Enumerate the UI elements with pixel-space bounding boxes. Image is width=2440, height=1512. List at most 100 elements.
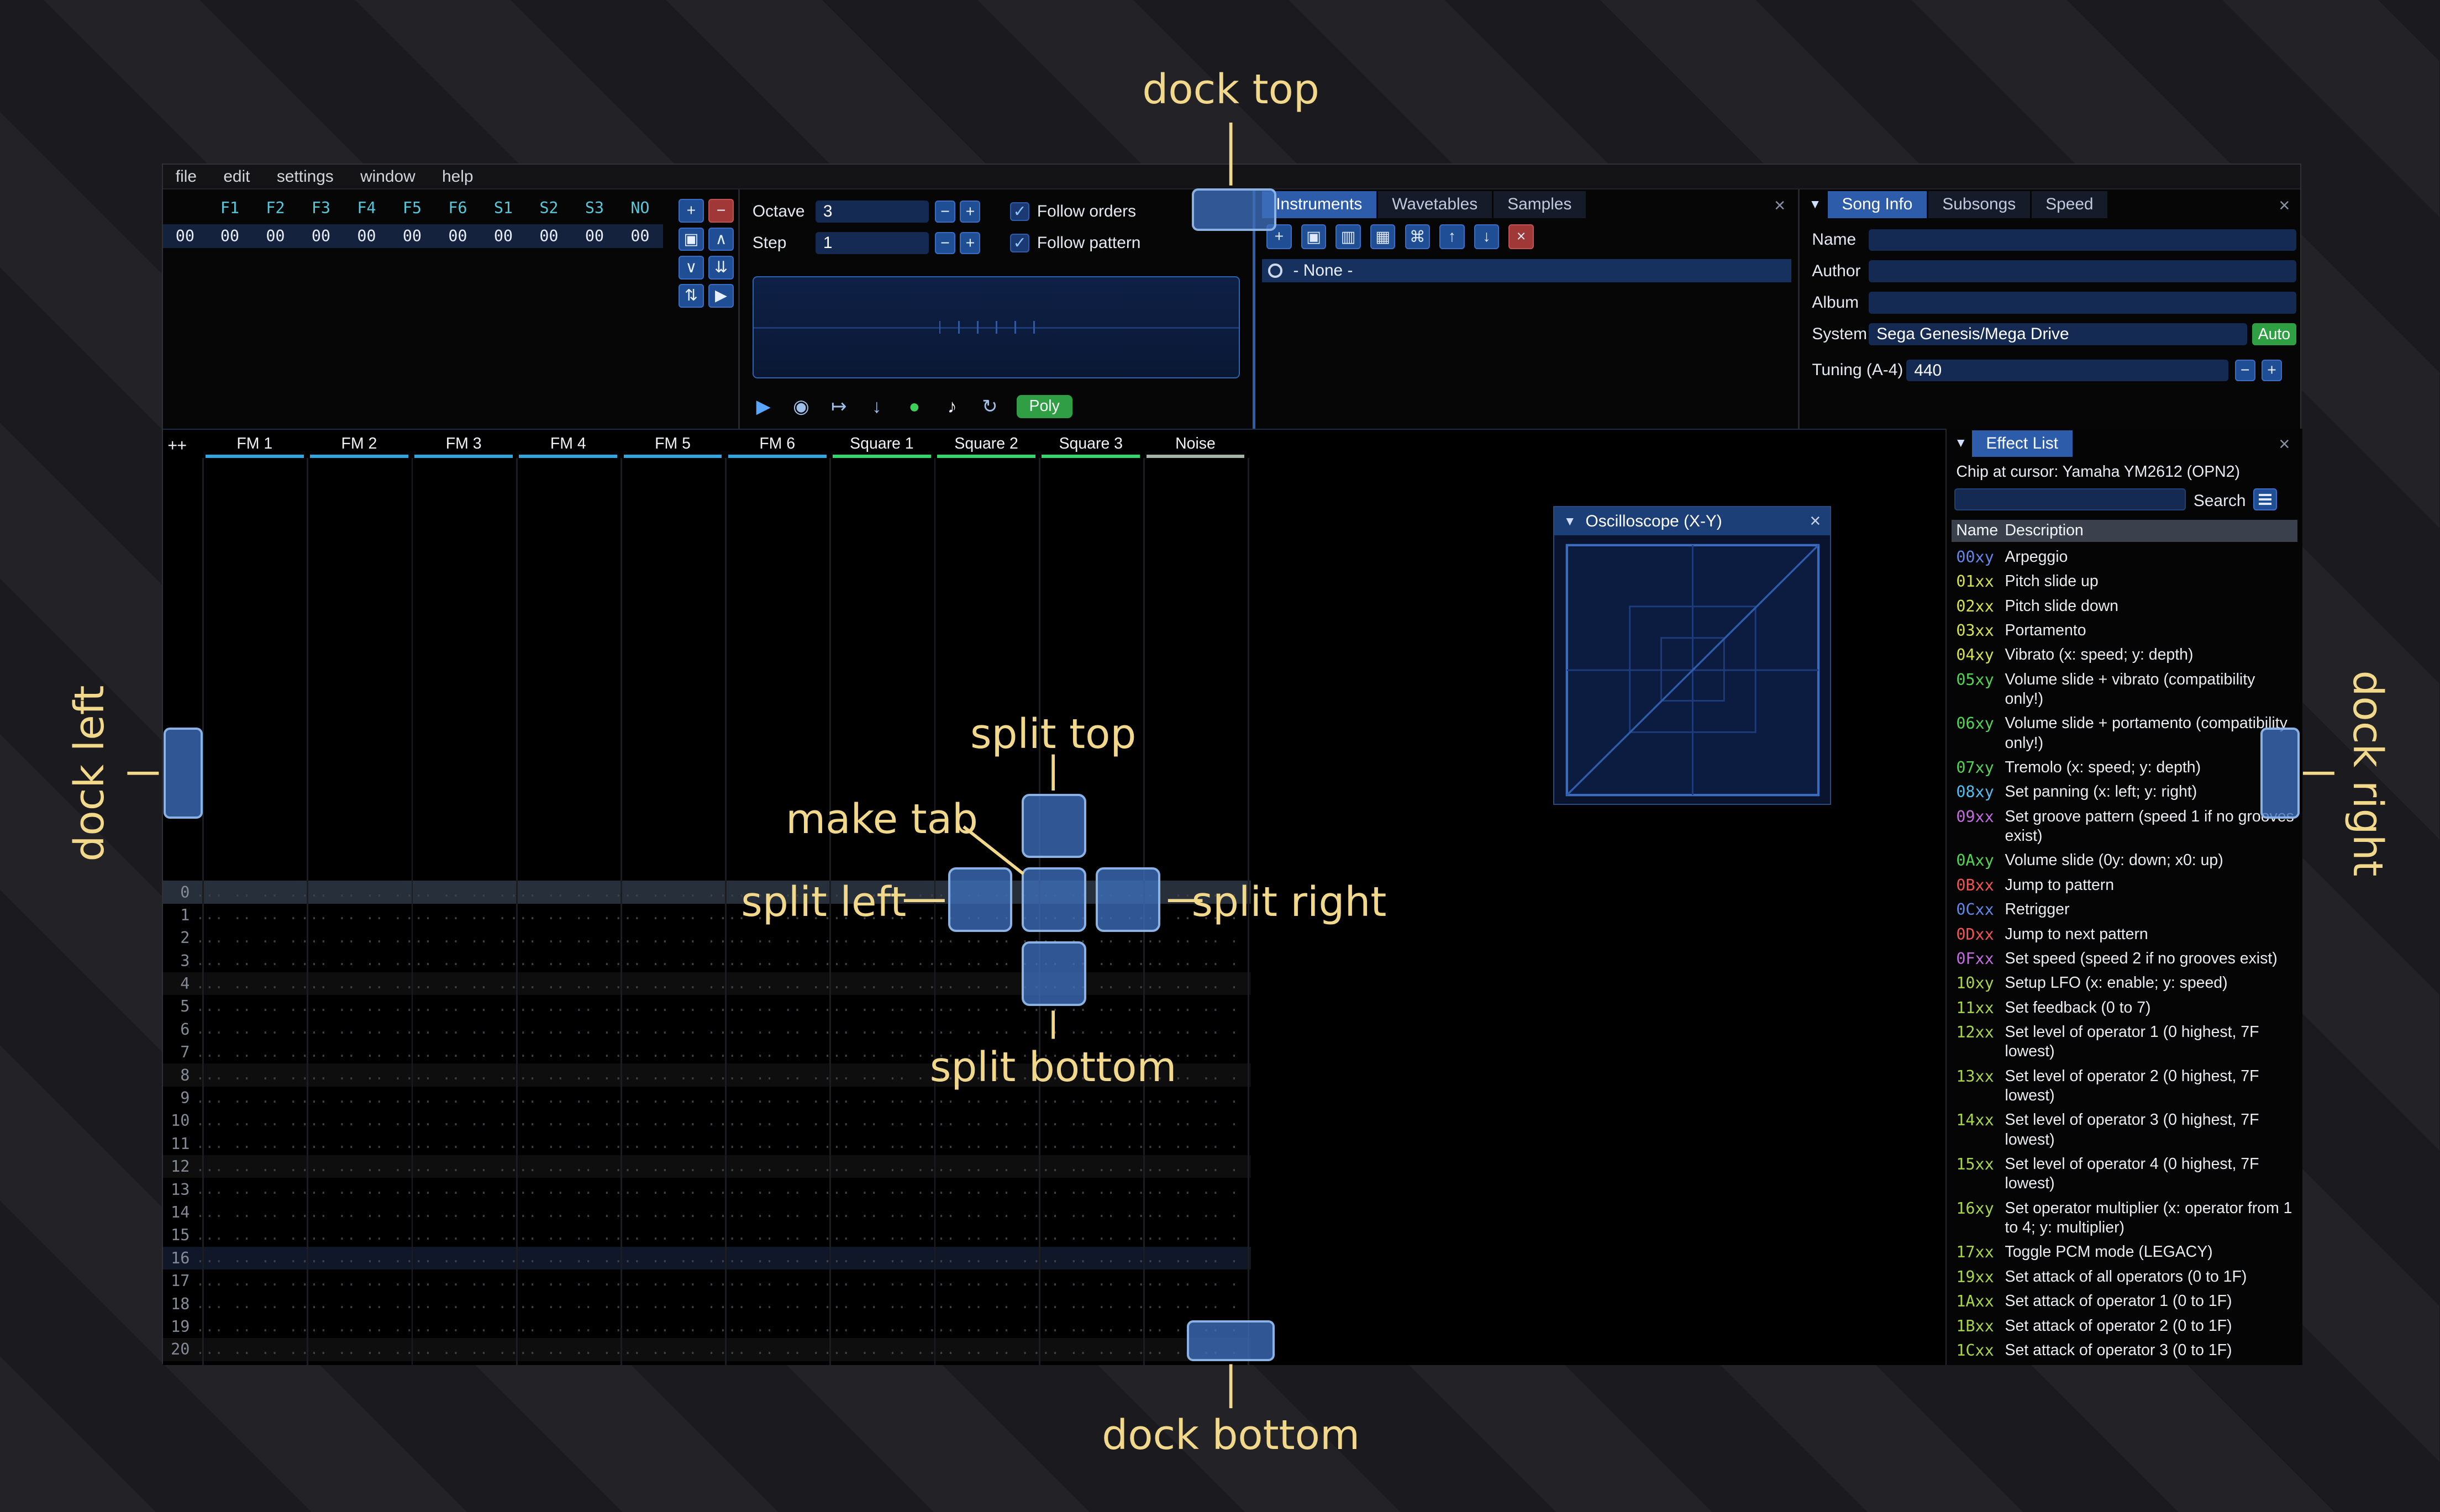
remove-order-button[interactable]: −	[708, 199, 734, 223]
open-instrument-button[interactable]: ▥	[1335, 224, 1361, 250]
duplicate-order-button[interactable]: ▣	[679, 227, 704, 251]
effect-row[interactable]: 10xy Setup LFO (x: enable; y: speed)	[1947, 971, 2304, 995]
pattern-row[interactable]: 0... .. .. ....... .. .. ....... .. .. .…	[163, 881, 1251, 904]
repeat-button[interactable]: ↻	[979, 397, 1001, 416]
pattern-row[interactable]: 2... .. .. ....... .. .. ....... .. .. .…	[163, 926, 1251, 949]
collapse-icon[interactable]: ▼	[1809, 197, 1822, 210]
effect-row[interactable]: 08xy Set panning (x: left; y: right)	[1947, 780, 2304, 804]
channel-header-fm-1[interactable]: FM 1	[202, 433, 307, 459]
pattern-row[interactable]: 12... .. .. ....... .. .. ....... .. .. …	[163, 1155, 1251, 1178]
channel-header-fm-5[interactable]: FM 5	[620, 433, 725, 459]
step-input[interactable]: 1	[815, 232, 929, 255]
effect-row[interactable]: 15xx Set level of operator 4 (0 highest, …	[1947, 1152, 2304, 1197]
system-input[interactable]: Sega Genesis/Mega Drive	[1868, 323, 2248, 346]
channel-header-square-2[interactable]: Square 2	[934, 433, 1039, 459]
effect-row[interactable]: 05xy Volume slide + vibrato (compatibilit…	[1947, 667, 2304, 712]
pattern-row[interactable]: 11... .. .. ....... .. .. ....... .. .. …	[163, 1132, 1251, 1155]
tuning-input[interactable]: 440	[1906, 359, 2229, 382]
author-input[interactable]	[1868, 260, 2296, 283]
tab-effect-list[interactable]: Effect List	[1971, 430, 2073, 457]
pattern-row[interactable]: 1... .. .. ....... .. .. ....... .. .. .…	[163, 904, 1251, 926]
channel-header-fm-4[interactable]: FM 4	[516, 433, 620, 459]
close-icon[interactable]: ×	[2279, 435, 2290, 454]
step-play-button[interactable]: ↦	[828, 397, 850, 416]
delete-instrument-button[interactable]: ×	[1508, 224, 1534, 250]
octave-input[interactable]: 3	[815, 201, 929, 223]
channel-header-fm-2[interactable]: FM 2	[307, 433, 411, 459]
menu-item-window[interactable]: window	[360, 167, 416, 186]
menu-item-help[interactable]: help	[442, 167, 473, 186]
order-value-cell[interactable]: 00	[298, 227, 344, 245]
tab-speed[interactable]: Speed	[2031, 191, 2108, 218]
edit-toggle-button[interactable]: ●	[903, 397, 925, 416]
pattern-row[interactable]: 10... .. .. ....... .. .. ....... .. .. …	[163, 1109, 1251, 1132]
split-left-target[interactable]	[948, 867, 1013, 933]
pattern-row[interactable]: 13... .. .. ....... .. .. ....... .. .. …	[163, 1178, 1251, 1200]
pattern-row[interactable]: 18... .. .. ....... .. .. ....... .. .. …	[163, 1292, 1251, 1315]
move-order-up-button[interactable]: ∧	[708, 227, 734, 251]
duplicate-instrument-button[interactable]: ▣	[1301, 224, 1327, 250]
step-row-button[interactable]: ↓	[866, 397, 888, 416]
pattern-row[interactable]: 3... .. .. ....... .. .. ....... .. .. .…	[163, 950, 1251, 972]
effect-row[interactable]: 1Axx Set attack of operator 1 (0 to 1F)	[1947, 1289, 2304, 1314]
effect-row[interactable]: 00xy Arpeggio	[1947, 545, 2304, 569]
add-order-button[interactable]: +	[679, 199, 704, 223]
effect-row[interactable]: 13xx Set level of operator 2 (0 highest, …	[1947, 1064, 2304, 1108]
search-input[interactable]	[1954, 488, 2186, 510]
move-instrument-up-button[interactable]: ↑	[1439, 224, 1465, 250]
effect-row[interactable]: 0Bxx Jump to pattern	[1947, 873, 2304, 897]
effect-list-menu-button[interactable]	[2253, 488, 2277, 510]
effect-row[interactable]: 02xx Pitch slide down	[1947, 594, 2304, 618]
collapse-icon[interactable]: ▼	[1564, 515, 1576, 528]
order-change-mode-button[interactable]: ⇅	[679, 284, 704, 308]
split-top-target[interactable]	[1022, 793, 1086, 858]
order-value-cell[interactable]: 00	[253, 227, 298, 245]
order-value-cell[interactable]: 00	[617, 227, 663, 245]
move-instrument-down-button[interactable]: ↓	[1474, 224, 1500, 250]
dock-left-target[interactable]	[163, 728, 203, 819]
close-icon[interactable]: ×	[1774, 196, 1785, 215]
tab-samples[interactable]: Samples	[1493, 191, 1586, 218]
instrument-editor-button[interactable]: ⌘	[1405, 224, 1431, 250]
play-button[interactable]: ▶	[753, 397, 775, 416]
tuning-increase-button[interactable]: +	[2262, 359, 2283, 382]
channel-header-fm-6[interactable]: FM 6	[725, 433, 829, 459]
split-right-target[interactable]	[1095, 867, 1160, 933]
pattern-row[interactable]: 15... .. .. ....... .. .. ....... .. .. …	[163, 1224, 1251, 1246]
system-auto-button[interactable]: Auto	[2252, 323, 2296, 346]
oscilloscope-titlebar[interactable]: ▼ Oscilloscope (X-Y) ×	[1554, 507, 1831, 536]
duplicate-order-end-button[interactable]: ⇊	[708, 255, 734, 280]
effect-row[interactable]: 07xy Tremolo (x: speed; y: depth)	[1947, 756, 2304, 780]
menu-item-edit[interactable]: edit	[223, 167, 250, 186]
pattern-row[interactable]: 17... .. .. ....... .. .. ....... .. .. …	[163, 1269, 1251, 1292]
effect-row[interactable]: 19xx Set attack of all operators (0 to 1F…	[1947, 1265, 2304, 1289]
pattern-row[interactable]: 20... .. .. ....... .. .. ....... .. .. …	[163, 1338, 1251, 1361]
menu-item-settings[interactable]: settings	[277, 167, 334, 186]
channel-header-square-3[interactable]: Square 3	[1039, 433, 1143, 459]
effect-row[interactable]: 16xy Set operator multiplier (x: operator…	[1947, 1196, 2304, 1240]
effect-row[interactable]: 11xx Set feedback (0 to 7)	[1947, 995, 2304, 1020]
order-value-cell[interactable]: 00	[572, 227, 618, 245]
channel-header-square-1[interactable]: Square 1	[829, 433, 934, 459]
tab-instruments[interactable]: Instruments	[1261, 191, 1376, 218]
step-decrease-button[interactable]: −	[934, 232, 955, 255]
order-value-cell[interactable]: 00	[481, 227, 527, 245]
octave-decrease-button[interactable]: −	[934, 201, 955, 223]
effect-row[interactable]: 1Bxx Set attack of operator 2 (0 to 1F)	[1947, 1314, 2304, 1338]
effect-row[interactable]: 0Fxx Set speed (speed 2 if no grooves exi…	[1947, 946, 2304, 971]
effect-row[interactable]: 14xx Set level of operator 3 (0 highest, …	[1947, 1108, 2304, 1152]
follow-orders-checkbox[interactable]: ✓	[1010, 202, 1029, 222]
effect-row[interactable]: 17xx Toggle PCM mode (LEGACY)	[1947, 1240, 2304, 1265]
pattern-row[interactable]: 16... .. .. ....... .. .. ....... .. .. …	[163, 1246, 1251, 1270]
name-input[interactable]	[1868, 229, 2296, 251]
tab-subsongs[interactable]: Subsongs	[1928, 191, 2030, 218]
tuning-decrease-button[interactable]: −	[2234, 359, 2255, 382]
effect-row[interactable]: 0Axy Volume slide (0y: down; x0: up)	[1947, 849, 2304, 873]
effect-row[interactable]: 1Cxx Set attack of operator 3 (0 to 1F)	[1947, 1338, 2304, 1362]
orders-selected-row[interactable]: 00 00 00 00 00 00 00 00 00 00 00	[163, 224, 663, 248]
album-input[interactable]	[1868, 292, 2296, 314]
order-value-cell[interactable]: 00	[207, 227, 253, 245]
effect-row[interactable]: 0Cxx Retrigger	[1947, 898, 2304, 922]
move-order-down-button[interactable]: ∨	[679, 255, 704, 280]
follow-pattern-checkbox[interactable]: ✓	[1010, 234, 1029, 253]
